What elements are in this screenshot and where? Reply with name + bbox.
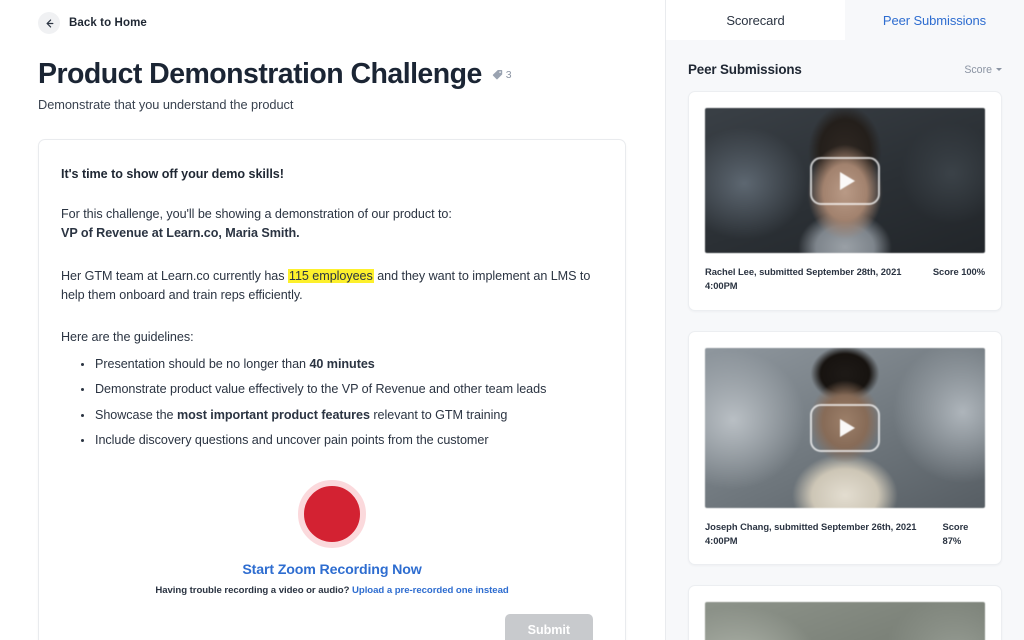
- app-root: Back to Home Product Demonstration Chall…: [0, 0, 1024, 640]
- guideline-text-bold: most important product features: [176, 407, 370, 422]
- chevron-down-icon: [996, 68, 1002, 71]
- arrow-left-icon: [38, 12, 60, 34]
- recording-help-prefix: Having trouble recording a video or audi…: [155, 584, 352, 596]
- tag-count-value: 3: [505, 68, 512, 81]
- upload-prerecorded-link[interactable]: Upload a pre-recorded one instead: [352, 585, 509, 596]
- submission-thumbnail[interactable]: [705, 108, 985, 253]
- page-title: Product Demonstration Challenge: [38, 58, 482, 90]
- start-zoom-recording-link[interactable]: Start Zoom Recording Now: [61, 562, 603, 578]
- list-item: Include discovery questions and uncover …: [81, 428, 603, 454]
- submission-thumbnail[interactable]: [705, 347, 985, 508]
- challenge-intro-block: For this challenge, you'll be showing a …: [61, 205, 603, 243]
- peer-submissions-panel: Peer Submissions Score Rachel Lee, submi…: [666, 40, 1024, 640]
- recording-help-text: Having trouble recording a video or audi…: [61, 585, 603, 596]
- challenge-persona-line: VP of Revenue at Learn.co, Maria Smith.: [61, 226, 300, 241]
- sidebar-tabs: Scorecard Peer Submissions: [666, 0, 1024, 40]
- guideline-text-bold: 40 minutes: [309, 356, 375, 371]
- submission-author-and-date: Joseph Chang, submitted September 26th, …: [705, 520, 917, 546]
- tab-scorecard[interactable]: Scorecard: [666, 0, 845, 40]
- submission-meta-row: Rachel Lee, submitted September 28th, 20…: [705, 265, 985, 294]
- tag-count-badge: 3: [492, 69, 512, 81]
- sort-label: Score: [964, 63, 992, 76]
- challenge-context-highlight: 115 employees: [287, 269, 374, 284]
- tag-icon: [492, 69, 503, 80]
- page-title-row: Product Demonstration Challenge 3: [0, 34, 665, 90]
- guideline-text-before: Showcase the: [95, 407, 177, 422]
- list-item: Demonstrate product value effectively to…: [81, 377, 603, 403]
- back-to-home-label: Back to Home: [69, 17, 147, 29]
- list-item[interactable]: Joseph Chang, submitted September 26th, …: [688, 330, 1002, 566]
- peer-submissions-title: Peer Submissions: [688, 62, 802, 77]
- record-circle-icon[interactable]: [298, 479, 366, 548]
- submit-button[interactable]: Submit: [504, 613, 593, 640]
- guidelines-list: Presentation should be no longer than 40…: [61, 352, 603, 454]
- recording-section: Start Zoom Recording Now Having trouble …: [61, 479, 603, 596]
- play-triangle: [839, 418, 855, 437]
- guideline-text-before: Include discovery questions and uncover …: [95, 433, 489, 448]
- play-triangle: [839, 171, 855, 190]
- submission-thumbnail[interactable]: [705, 602, 985, 640]
- guideline-text-before: Demonstrate product value effectively to…: [95, 382, 547, 397]
- guideline-text-after: relevant to GTM training: [369, 407, 508, 422]
- tab-peer-submissions[interactable]: Peer Submissions: [845, 0, 1024, 40]
- play-icon[interactable]: [810, 156, 880, 205]
- list-item[interactable]: Rachel Lee, submitted September 28th, 20…: [688, 91, 1002, 311]
- challenge-lead-text: It's time to show off your demo skills!: [61, 167, 284, 181]
- right-sidebar: Scorecard Peer Submissions Peer Submissi…: [665, 0, 1024, 640]
- main-content-pane: Back to Home Product Demonstration Chall…: [0, 0, 665, 640]
- submission-score: Score 100%: [932, 266, 985, 277]
- submission-author-and-date: Rachel Lee, submitted September 28th, 20…: [705, 266, 902, 292]
- submit-row: Submit: [61, 613, 603, 640]
- guideline-text-before: Presentation should be no longer than: [95, 356, 310, 371]
- sort-by-score-dropdown[interactable]: Score: [964, 64, 1002, 76]
- play-icon[interactable]: [810, 403, 880, 452]
- peer-submissions-header: Peer Submissions Score: [688, 40, 1002, 91]
- list-item: Presentation should be no longer than 40…: [81, 352, 603, 378]
- submission-score: Score 87%: [942, 520, 969, 546]
- guidelines-heading: Here are the guidelines:: [61, 329, 194, 344]
- page-subtitle: Demonstrate that you understand the prod…: [38, 96, 294, 112]
- challenge-context-before: Her GTM team at Learn.co currently has: [61, 269, 288, 284]
- challenge-context-block: Her GTM team at Learn.co currently has 1…: [61, 267, 603, 305]
- submission-meta-row: Joseph Chang, submitted September 26th, …: [705, 520, 985, 549]
- list-item: Showcase the most important product feat…: [81, 403, 603, 429]
- challenge-intro-line: For this challenge, you'll be showing a …: [61, 207, 452, 221]
- list-item[interactable]: [688, 585, 1002, 640]
- back-to-home-button[interactable]: Back to Home: [0, 0, 147, 34]
- challenge-card: It's time to show off your demo skills! …: [38, 139, 626, 640]
